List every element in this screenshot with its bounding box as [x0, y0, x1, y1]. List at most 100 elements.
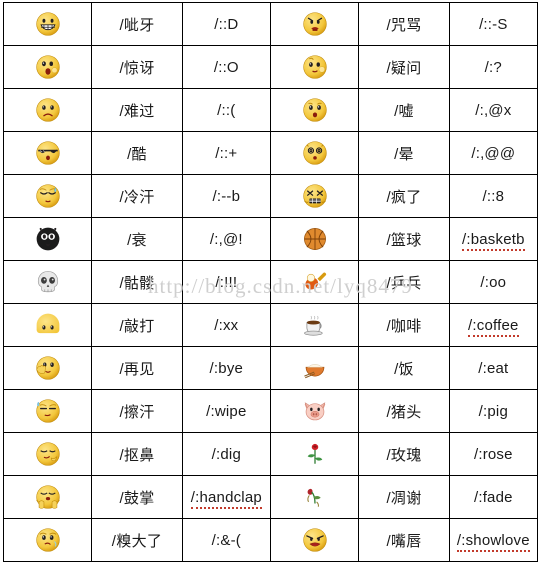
emoticon-icon-cell: [269, 45, 360, 89]
emoticon-code-text: /:handclap: [190, 488, 262, 509]
cold-sweat-emoticon: [35, 183, 61, 209]
emoticon-code-cell: /:,@!: [181, 217, 271, 261]
emoticon-icon-cell: [269, 475, 360, 519]
table-row: /鼓掌 /:handclap/凋谢/:fade: [2, 475, 539, 519]
emoticon-icon-cell: [2, 303, 93, 347]
emoticon-code-cell: /:eat: [448, 346, 539, 390]
emoticon-code-cell: /:xx: [181, 303, 271, 347]
emoticon-name-cell: /鼓掌: [91, 475, 183, 519]
table-row: /擦汗/:wipe/猪头/:pig: [2, 389, 539, 433]
dizzy-emoticon: [302, 140, 328, 166]
emoticon-code-text: /:showlove: [456, 531, 530, 552]
table-row: /难过/::(/嘘/:,@x: [2, 88, 539, 132]
emoticon-icon-cell: [2, 389, 93, 433]
emoticon-name-cell: /敲打: [91, 303, 183, 347]
emoticon-name-cell: /难过: [91, 88, 183, 132]
emoticon-icon-cell: [269, 88, 360, 132]
crazy-emoticon: [302, 183, 328, 209]
emoticon-code-cell: /::8: [448, 174, 539, 218]
grin-teeth-emoticon: [35, 11, 61, 37]
emoticon-name-cell: /咒骂: [358, 2, 450, 46]
emoticon-icon-cell: [269, 303, 360, 347]
skull-emoticon: [35, 269, 61, 295]
emoticon-icon-cell: [2, 260, 93, 304]
rice-bowl-icon: [302, 355, 328, 381]
pingpong-icon: [302, 269, 328, 295]
table-row: /骷髅/:!!! /乒乓/:oo: [2, 260, 539, 304]
emoticon-code-cell: /:?: [448, 45, 539, 89]
emoticon-icon-cell: [269, 389, 360, 433]
emoticon-code-cell: /:&-(: [181, 518, 271, 562]
emoticon-icon-cell: [2, 518, 93, 562]
emoticon-code-cell: /:dig: [181, 432, 271, 476]
emoticon-name-cell: /咖啡: [358, 303, 450, 347]
doubt-emoticon: [302, 54, 328, 80]
goodbye-wave-emoticon: [35, 355, 61, 381]
emoticon-code-cell: /:fade: [448, 475, 539, 519]
clap-hands-emoticon: [35, 484, 61, 510]
emoticon-icon-cell: [269, 432, 360, 476]
emoticon-name-cell: /擦汗: [91, 389, 183, 433]
emoticon-code-cell: /::+: [181, 131, 271, 175]
emoticon-name-cell: /冷汗: [91, 174, 183, 218]
emoticon-name-cell: /凋谢: [358, 475, 450, 519]
table-row: /糗大了/:&-(/嘴唇 /:showlove: [2, 518, 539, 562]
emoticon-code-text: /:coffee: [468, 316, 519, 337]
emoticon-icon-cell: [269, 217, 360, 261]
emoticon-icon-cell: [269, 260, 360, 304]
table-row: /衰/:,@! /篮球 /:basketb: [2, 217, 539, 261]
pig-head-icon: [302, 398, 328, 424]
emoticon-code-cell: /::O: [181, 45, 271, 89]
emoticon-name-cell: /疑问: [358, 45, 450, 89]
emoticon-icon-cell: [2, 131, 93, 175]
emoticon-code-cell: /:,@x: [448, 88, 539, 132]
table-row: /敲打/:xx/咖啡 /:coffee: [2, 303, 539, 347]
emoticon-icon-cell: [269, 174, 360, 218]
emoticon-name-cell: /嘴唇: [358, 518, 450, 562]
emoticon-code-cell: /:handclap: [181, 475, 271, 519]
emoticon-name-cell: /酷: [91, 131, 183, 175]
rose-flower-icon: [302, 441, 328, 467]
emoticon-icon-cell: [2, 346, 93, 390]
emoticon-code-cell: /:pig: [448, 389, 539, 433]
emoticon-code-cell: /:oo: [448, 260, 539, 304]
lips-kiss-emoticon: [302, 527, 328, 553]
emoticon-icon-cell: [269, 131, 360, 175]
emoticon-code-cell: /:basketb: [448, 217, 539, 261]
emoticon-code-cell: /:wipe: [181, 389, 271, 433]
table-row: /惊讶/::O/疑问/:?: [2, 45, 539, 89]
table-row: /抠鼻/:dig/玫瑰/:rose: [2, 432, 539, 476]
emoticon-code-cell: /:rose: [448, 432, 539, 476]
bat-decline-emoticon: [35, 226, 61, 252]
emoticon-code-cell: /:,@@: [448, 131, 539, 175]
table-row: /再见/:bye/饭/:eat: [2, 346, 539, 390]
wipe-sweat-emoticon: [35, 398, 61, 424]
coffee-cup-icon: [302, 312, 328, 338]
emoticon-icon-cell: [2, 432, 93, 476]
table-row: /呲牙/::D/咒骂/::-S: [2, 2, 539, 46]
emoticon-name-cell: /乒乓: [358, 260, 450, 304]
emoticon-code-cell: /:coffee: [448, 303, 539, 347]
emoticon-name-cell: /抠鼻: [91, 432, 183, 476]
emoticon-code-cell: /::(: [181, 88, 271, 132]
emoticon-icon-cell: [2, 88, 93, 132]
emoticon-icon-cell: [269, 518, 360, 562]
emoticon-name-cell: /晕: [358, 131, 450, 175]
emoticon-code-cell: /:!!!: [181, 260, 271, 304]
emoticon-name-cell: /再见: [91, 346, 183, 390]
knock-hammer-emoticon: [35, 312, 61, 338]
emoticon-reference-table: /呲牙/::D/咒骂/::-S/惊讶/::O/疑问/:?/难过/::(/嘘/:,…: [2, 2, 539, 562]
table-row: /酷/::+ /晕/:,@@: [2, 131, 539, 175]
sad-emoticon: [35, 97, 61, 123]
emoticon-name-cell: /惊讶: [91, 45, 183, 89]
emoticon-icon-cell: [2, 475, 93, 519]
emoticon-icon-cell: [269, 346, 360, 390]
surprised-emoticon: [35, 54, 61, 80]
emoticon-icon-cell: [2, 2, 93, 46]
emoticon-name-cell: /疯了: [358, 174, 450, 218]
emoticon-name-cell: /玫瑰: [358, 432, 450, 476]
embarrassed-emoticon: [35, 527, 61, 553]
emoticon-icon-cell: [2, 45, 93, 89]
basketball-icon: [302, 226, 328, 252]
emoticon-name-cell: /猪头: [358, 389, 450, 433]
